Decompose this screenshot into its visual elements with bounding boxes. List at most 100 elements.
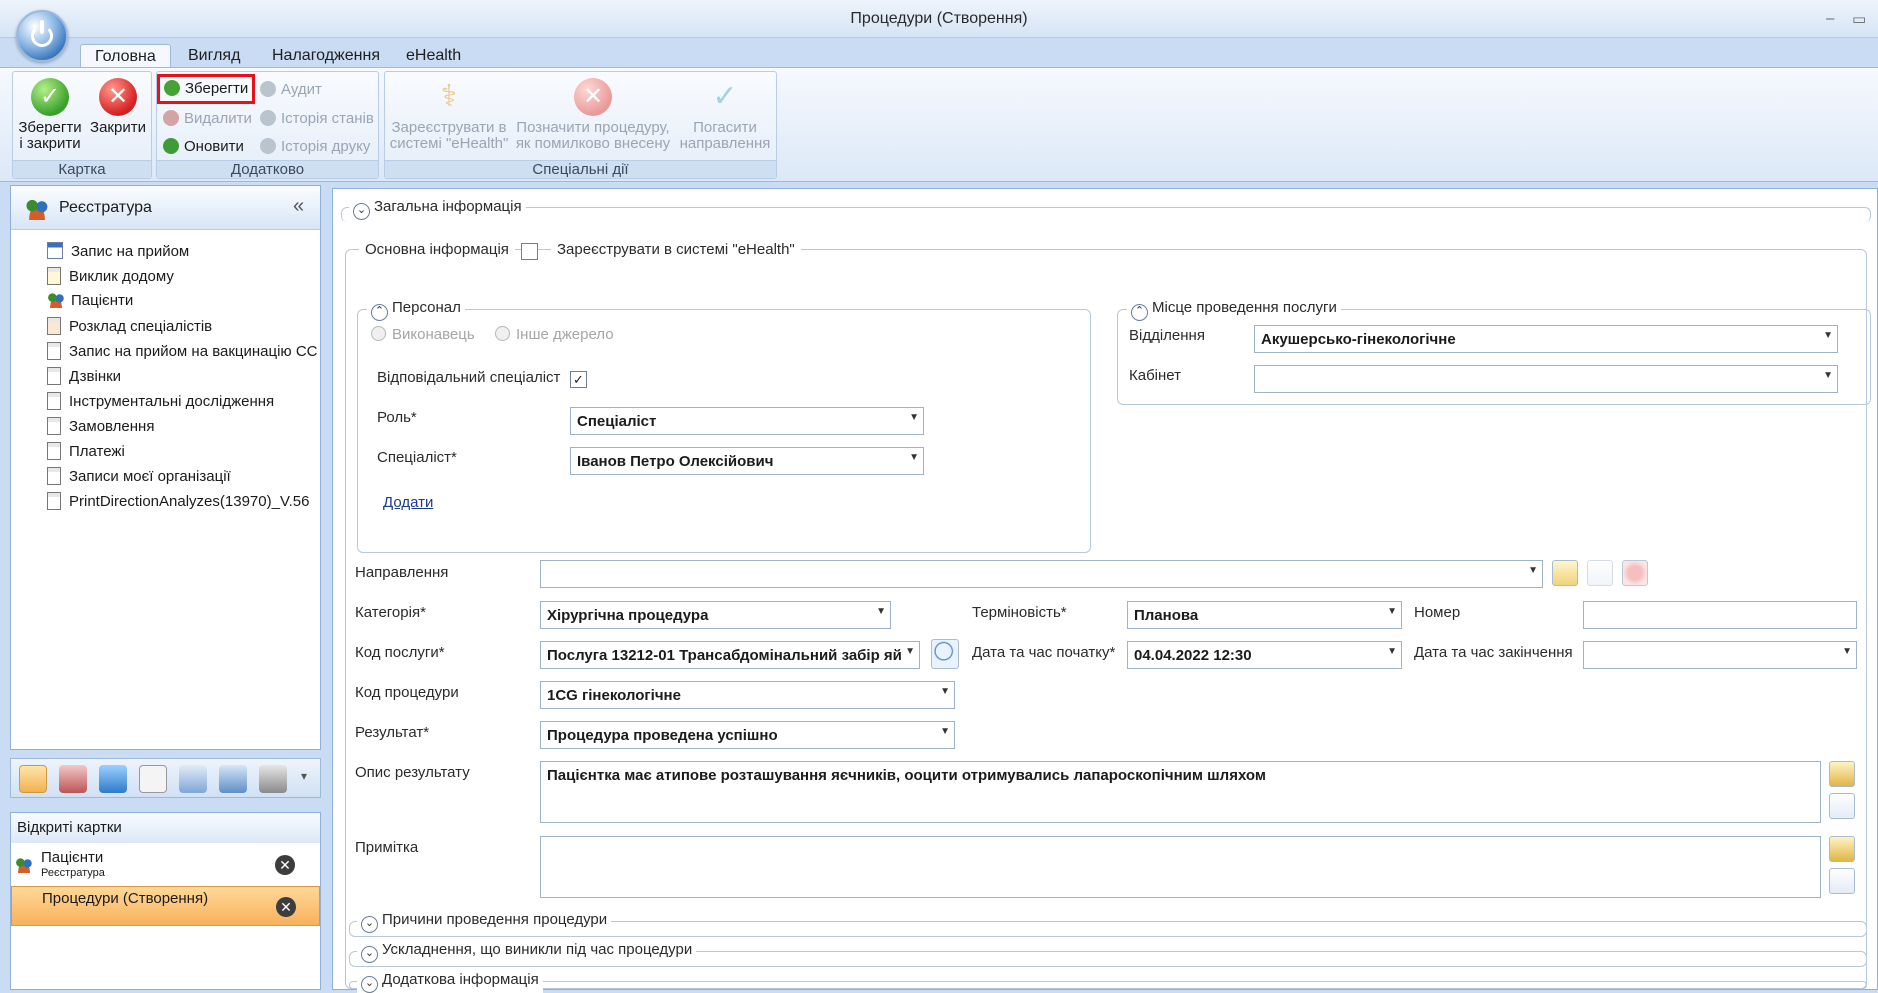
nav-item-instrumental[interactable]: Інструментальні дослідження (47, 392, 317, 417)
nav-header: Реєстратура « (11, 186, 320, 230)
radio-other-source[interactable]: Інше джерело (495, 326, 614, 343)
tab-settings[interactable]: Налагодження (258, 44, 394, 68)
dropdown-arrow-icon: ▼ (876, 606, 886, 617)
number-label: Номер (1414, 604, 1461, 621)
document-icon (47, 492, 61, 510)
patients-icon (15, 857, 33, 873)
state-history-button[interactable]: Історія станів (260, 108, 374, 130)
dropdown-arrow-icon: ▼ (909, 412, 919, 423)
expand-icon: ⌄ (361, 916, 378, 933)
table-module-icon[interactable] (179, 765, 207, 793)
urgency-select[interactable]: Планова ▼ (1127, 601, 1402, 629)
category-select[interactable]: Хірургічна процедура ▼ (540, 601, 891, 629)
patients-icon (47, 292, 65, 308)
end-datetime-input[interactable]: ▼ (1583, 641, 1857, 669)
complications-section-header[interactable]: ⌄ Ускладнення, що виникли під час процеду… (357, 941, 697, 963)
nav-item-print-direction[interactable]: PrintDirectionAnalyzes(13970)_V.56 (47, 492, 317, 517)
ribbon: ✓ Зберегти і закрити ✕ Закрити Картка Зб… (0, 67, 1878, 182)
print-history-button[interactable]: Історія друку (260, 136, 370, 158)
home-module-icon[interactable] (259, 765, 287, 793)
close-icon: ✕ (99, 78, 137, 116)
error-icon: ✕ (574, 78, 612, 116)
start-datetime-input[interactable]: 04.04.2022 12:30 ▼ (1127, 641, 1402, 669)
restore-button[interactable]: ▭ (1852, 10, 1866, 28)
save-and-close-button[interactable]: ✓ Зберегти і закрити (15, 78, 85, 152)
service-code-select[interactable]: Послуга 13212-01 Трансабдомінальний забі… (540, 641, 920, 669)
result-select[interactable]: Процедура проведена успішно ▼ (540, 721, 955, 749)
tab-ehealth[interactable]: eHealth (392, 44, 475, 68)
radio-performer[interactable]: Виконавець (371, 326, 475, 343)
open-card-patients[interactable]: Пацієнти Реєстратура ✕ (11, 845, 320, 885)
personnel-header[interactable]: ⌃ Персонал (367, 299, 465, 321)
nav-item-orders[interactable]: Замовлення (47, 417, 317, 442)
refresh-button[interactable]: Оновити (163, 136, 244, 158)
audit-button[interactable]: Аудит (260, 79, 322, 101)
books-module-icon[interactable] (59, 765, 87, 793)
close-card-icon[interactable]: ✕ (275, 855, 295, 875)
nav-item-schedule[interactable]: Розклад спеціалістів (47, 317, 317, 342)
edit-direction-icon[interactable] (1552, 560, 1578, 586)
reasons-section-header[interactable]: ⌄ Причини проведення процедури (357, 911, 612, 933)
close-card-icon[interactable]: ✕ (276, 897, 296, 917)
ribbon-group-special: ⚕ Зареєструвати в системі "eHealth" ✕ По… (384, 71, 777, 179)
delete-button[interactable]: Видалити (163, 108, 252, 130)
tab-home[interactable]: Головна (80, 44, 171, 68)
search-icon[interactable] (931, 639, 959, 669)
minimize-button[interactable]: – (1826, 10, 1834, 27)
specialist-select[interactable]: Іванов Петро Олексійович ▼ (570, 447, 924, 475)
dropdown-arrow-icon: ▼ (1823, 370, 1833, 381)
module-toolbar: ▾ (10, 758, 321, 798)
close-button[interactable]: ✕ Закрити (85, 78, 151, 136)
procedure-code-label: Код процедури (355, 684, 459, 701)
dropdown-arrow-icon: ▼ (1823, 330, 1833, 341)
general-info-header[interactable]: ⌄ Загальна інформація (349, 198, 526, 220)
open-card-procedures[interactable]: Процедури (Створення) ✕ (11, 886, 320, 926)
windows-module-icon[interactable] (99, 765, 127, 793)
direction-select[interactable]: ▼ (540, 560, 1543, 588)
clear-direction-icon[interactable] (1622, 560, 1648, 586)
register-ehealth-button[interactable]: ⚕ Зареєструвати в системі "eHealth" (387, 78, 511, 152)
mark-as-error-button[interactable]: ✕ Позначити процедуру, як помилково внес… (513, 78, 673, 152)
dropdown-arrow-icon: ▼ (905, 646, 915, 657)
app-menu-button[interactable] (16, 10, 68, 62)
more-modules-button[interactable]: ▾ (301, 769, 307, 783)
open-cards-title: Відкриті картки (11, 813, 320, 843)
result-description-textarea[interactable]: Пацієнтка має атипове розташування яєчни… (540, 761, 1821, 823)
calendar-icon (47, 242, 63, 259)
register-ehealth-checkbox[interactable] (521, 243, 538, 260)
registry-module-icon[interactable] (19, 765, 47, 793)
folder-icon[interactable] (1829, 836, 1855, 862)
nav-item-house-call[interactable]: Виклик додому (47, 267, 317, 292)
print-history-icon (260, 138, 276, 154)
number-input[interactable] (1583, 601, 1857, 629)
medical-module-icon[interactable] (219, 765, 247, 793)
responsible-specialist-checkbox[interactable]: ✓ (570, 371, 587, 388)
nav-item-calls[interactable]: Дзвінки (47, 367, 317, 392)
cancel-direction-button[interactable]: ✓ Погасити направлення (675, 78, 775, 152)
nav-item-patients[interactable]: Пацієнти (47, 292, 317, 317)
tab-view[interactable]: Вигляд (174, 44, 254, 68)
save-button[interactable]: Зберегти (157, 74, 255, 104)
department-select[interactable]: Акушерсько-гінекологічне ▼ (1254, 325, 1838, 353)
ribbon-group-extra: Зберегти Видалити Оновити Аудит Історія … (156, 71, 379, 179)
cabinet-label: Кабінет (1129, 367, 1182, 384)
document-module-icon[interactable] (139, 765, 167, 793)
procedure-code-select[interactable]: 1CG гінекологічне ▼ (540, 681, 955, 709)
add-personnel-link[interactable]: Додати (383, 494, 433, 511)
nav-item-vaccination[interactable]: Запис на прийом на вакцинацію СС (47, 342, 317, 367)
service-place-header[interactable]: ⌃ Місце проведення послуги (1127, 299, 1341, 321)
add-document-icon[interactable] (1829, 793, 1855, 819)
folder-icon[interactable] (1829, 761, 1855, 787)
document-icon (47, 367, 61, 385)
cabinet-select[interactable]: ▼ (1254, 365, 1838, 393)
collapse-panel-button[interactable]: « (293, 195, 304, 218)
category-label: Категорія* (355, 604, 426, 621)
note-label: Примітка (355, 839, 419, 856)
nav-item-payments[interactable]: Платежі (47, 442, 317, 467)
add-document-icon[interactable] (1829, 868, 1855, 894)
folder-icon[interactable] (1587, 560, 1613, 586)
nav-item-appointment[interactable]: Запис на прийом (47, 242, 317, 267)
nav-item-org-records[interactable]: Записи моєї організації (47, 467, 317, 492)
note-textarea[interactable] (540, 836, 1821, 898)
role-select[interactable]: Спеціаліст ▼ (570, 407, 924, 435)
